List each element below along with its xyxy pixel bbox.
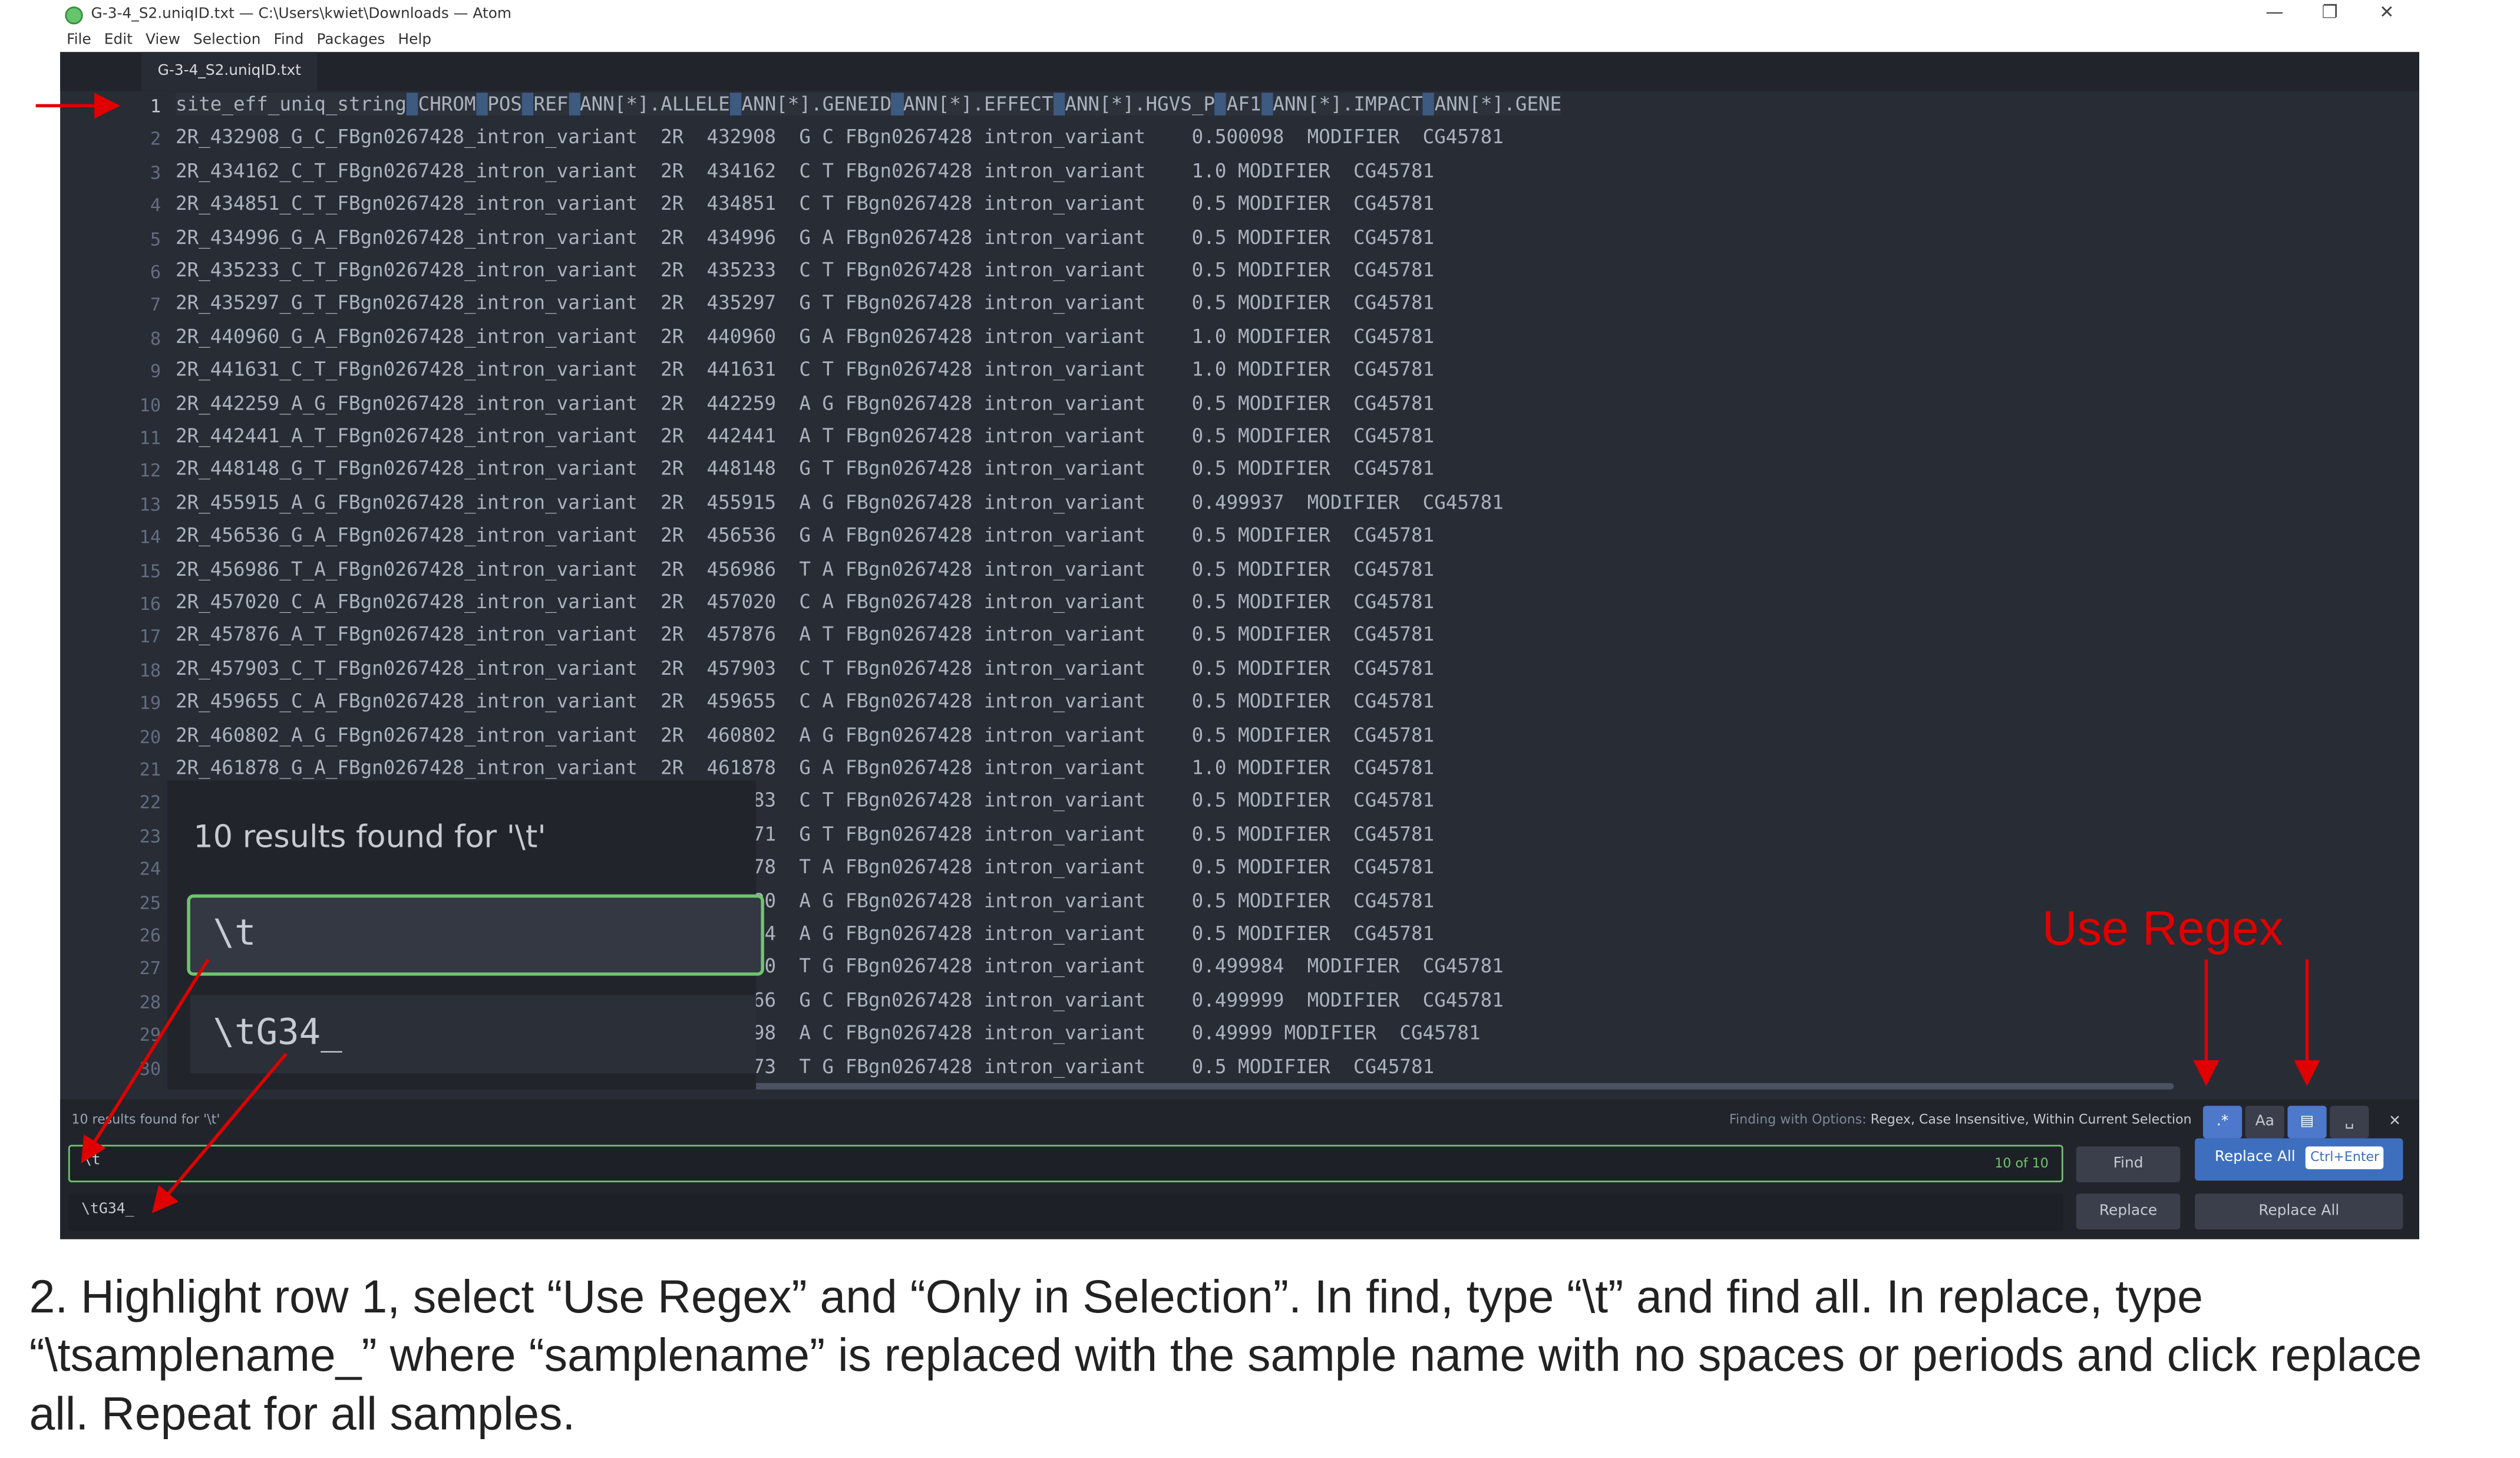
- arrow-find-field: [81, 958, 210, 1164]
- annotation-arrows: [35, 93, 2320, 1213]
- instruction-text: 2. Highlight row 1, select “Use Regex” a…: [29, 1271, 2422, 1441]
- arrow-replace-field: [151, 1053, 288, 1213]
